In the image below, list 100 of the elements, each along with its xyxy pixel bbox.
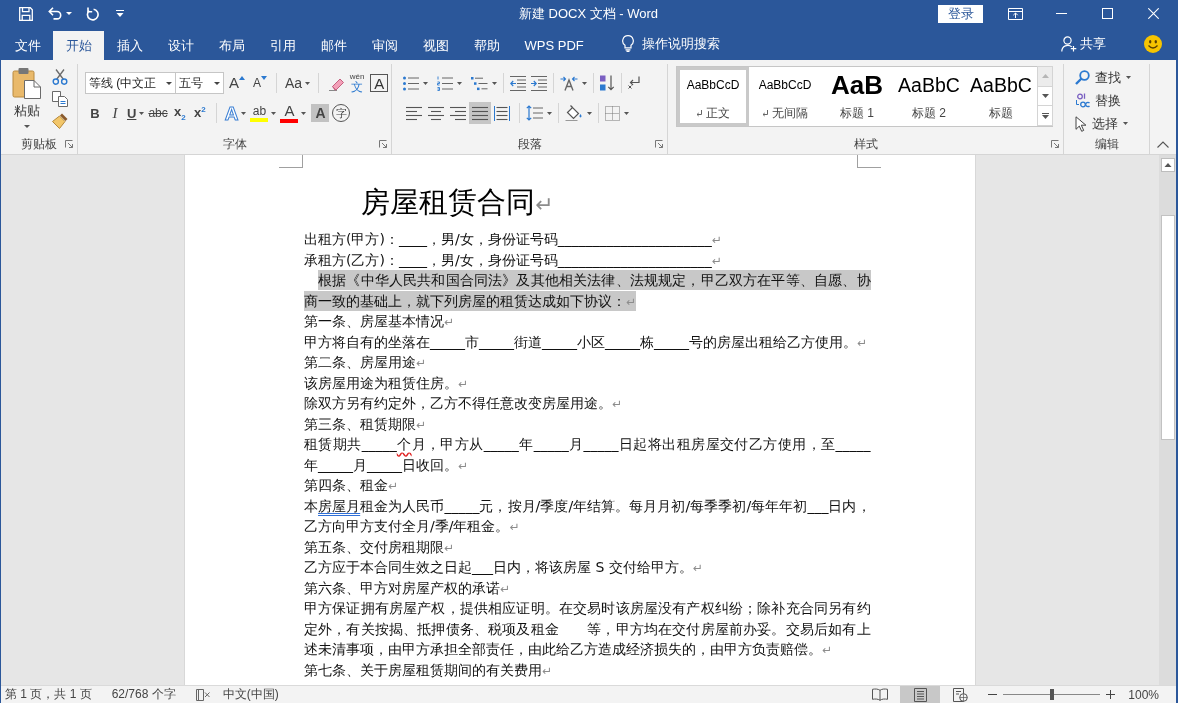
zoom-slider-thumb[interactable]: [1049, 689, 1054, 700]
caret-icon[interactable]: [66, 12, 72, 15]
chevron-up-icon[interactable]: [1157, 141, 1169, 148]
paragraph: 本房屋月租金为人民币_____元，按月/季度/年结算。每月月初/每季季初/每年年初___日内，乙方向甲方支付全月/季/年租金。↵: [304, 496, 871, 536]
more-icon: [1041, 112, 1049, 119]
caret-icon[interactable]: [457, 81, 462, 85]
caret-icon[interactable]: [624, 111, 629, 115]
dialog-launcher-icon[interactable]: [65, 140, 73, 148]
select-button[interactable]: 选择: [1075, 113, 1149, 134]
ribbon-tab[interactable]: 审阅: [359, 31, 410, 60]
caret-icon[interactable]: [423, 81, 428, 85]
lightbulb-icon: [622, 35, 635, 52]
increase-indent-icon[interactable]: [531, 75, 547, 91]
zoom-in-icon[interactable]: [1106, 690, 1116, 699]
dialog-launcher-icon[interactable]: [1051, 140, 1059, 148]
subscript-button[interactable]: x$_{2}$: [169, 102, 190, 124]
copy-icon[interactable]: [52, 91, 68, 107]
underline-button[interactable]: U: [125, 102, 147, 124]
caret-icon[interactable]: [587, 111, 592, 115]
redo-icon[interactable]: [86, 6, 99, 21]
ribbon-tab[interactable]: WPS PDF: [512, 31, 597, 60]
numbered-list-icon[interactable]: [437, 75, 453, 91]
word-count[interactable]: 62/768 个字: [111, 686, 176, 703]
style-item[interactable]: AaBbCcD 无间隔: [749, 67, 821, 126]
tell-me-search-field[interactable]: 操作说明搜索: [642, 36, 733, 51]
proofing-icon[interactable]: [195, 688, 210, 701]
phonetic-guide-button[interactable]: wén 文: [347, 72, 368, 94]
style-item[interactable]: AaBbCcD 正文: [677, 67, 749, 126]
shading-button[interactable]: A: [311, 104, 330, 122]
align-distributed-icon: [494, 105, 510, 121]
customize-toolbar-icon[interactable]: [116, 10, 124, 17]
font-size-field[interactable]: 五号: [175, 72, 224, 94]
scissors-icon[interactable]: [52, 69, 68, 85]
decrease-indent-icon[interactable]: [510, 75, 526, 91]
replace-button[interactable]: 替换: [1075, 90, 1149, 111]
ribbon-tab[interactable]: 插入: [104, 31, 155, 60]
caret-icon: [305, 81, 311, 85]
save-icon[interactable]: [19, 6, 33, 21]
font-name-field[interactable]: 等线 (中文正: [85, 72, 176, 94]
superscript-button[interactable]: x$^{2}$: [189, 102, 210, 124]
ribbon-tab[interactable]: 帮助: [461, 31, 512, 60]
style-item[interactable]: AaBbC 标题 2: [893, 67, 965, 126]
line-spacing-icon[interactable]: [526, 105, 543, 121]
font-color-button[interactable]: A: [278, 102, 309, 124]
ribbon-tab[interactable]: 设计: [155, 31, 206, 60]
undo-icon[interactable]: [48, 7, 62, 20]
crop-mark: [857, 155, 881, 168]
paintbrush-icon[interactable]: [52, 113, 68, 129]
style-item[interactable]: AaB 标题 1: [821, 67, 893, 126]
italic-button[interactable]: I: [105, 102, 125, 124]
scroll-up-icon[interactable]: [1160, 158, 1175, 172]
change-case-button[interactable]: Aa: [283, 72, 313, 94]
shrink-font-button[interactable]: A: [250, 72, 270, 94]
ribbon-display-options-icon[interactable]: [1007, 7, 1023, 20]
ribbon-tab[interactable]: 引用: [257, 31, 308, 60]
caret-icon: [166, 81, 172, 85]
bold-button[interactable]: B: [85, 102, 105, 124]
dialog-launcher-icon[interactable]: [379, 140, 387, 148]
paragraph: 除双方另有约定外，乙方不得任意改变房屋用途。↵: [304, 394, 624, 413]
group-label: 样式: [853, 135, 878, 153]
close-icon[interactable]: [1147, 8, 1159, 19]
bullet-list-icon[interactable]: [403, 75, 419, 91]
triangle-down-icon: [1041, 94, 1049, 98]
align-justify-button[interactable]: [469, 102, 491, 124]
page-count[interactable]: 第 1 页，共 1 页: [5, 686, 92, 703]
smiley-icon[interactable]: [1144, 34, 1162, 53]
print-view-button[interactable]: [900, 686, 941, 703]
paste-button[interactable]: 粘贴: [7, 66, 47, 134]
strikethrough-button[interactable]: abc: [146, 102, 170, 124]
ribbon-tab[interactable]: 文件: [2, 31, 53, 60]
gallery-more-button[interactable]: [1037, 105, 1053, 126]
highlight-button[interactable]: ab: [248, 102, 279, 124]
zoom-level[interactable]: 100%: [1128, 687, 1159, 702]
character-border-button[interactable]: A: [370, 74, 389, 92]
minimize-icon[interactable]: [1055, 13, 1067, 14]
ribbon-tab[interactable]: 布局: [206, 31, 257, 60]
caret-icon[interactable]: [492, 81, 497, 85]
show-formatting-marks-icon[interactable]: [628, 76, 640, 90]
sort-icon[interactable]: [600, 75, 615, 91]
dialog-launcher-icon[interactable]: [655, 140, 663, 148]
language-label[interactable]: 中文(中国): [222, 686, 279, 703]
scrollbar-thumb[interactable]: [1160, 215, 1175, 440]
clipboard-icon: [12, 67, 42, 99]
paint-bucket-icon[interactable]: [565, 105, 583, 121]
find-button[interactable]: 查找: [1075, 67, 1149, 88]
multilevel-list-icon[interactable]: [471, 75, 488, 91]
ribbon-tab[interactable]: 开始: [53, 31, 104, 60]
style-item[interactable]: AaBbC 标题: [965, 67, 1037, 126]
text-direction-icon[interactable]: [560, 75, 578, 91]
caret-icon[interactable]: [582, 81, 587, 85]
paragraph: 该房屋用途为租赁住房。↵: [304, 373, 470, 393]
maximize-icon[interactable]: [1101, 8, 1113, 19]
group-label: 剪贴板: [21, 135, 57, 153]
share-button[interactable]: 共享: [1061, 34, 1106, 53]
ribbon-tab[interactable]: 邮件: [308, 31, 359, 60]
ribbon-tab[interactable]: 视图: [410, 31, 461, 60]
caret-icon[interactable]: [547, 111, 552, 115]
sign-in-button[interactable]: 登录: [938, 4, 983, 23]
caret-up-icon: [239, 76, 245, 80]
grow-font-button[interactable]: A: [227, 72, 247, 94]
